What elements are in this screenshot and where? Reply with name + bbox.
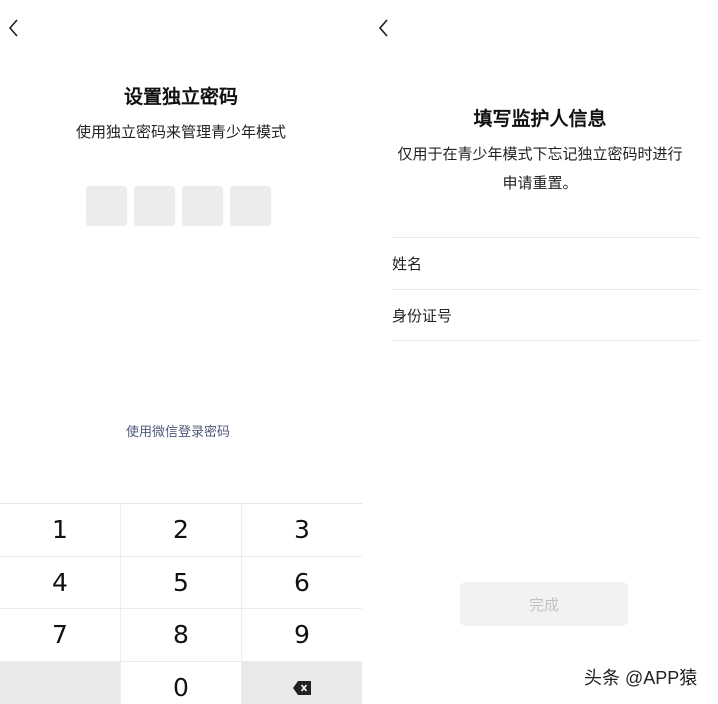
- wechat-password-link[interactable]: 使用微信登录密码: [0, 421, 356, 440]
- name-field[interactable]: 姓名: [392, 237, 700, 289]
- description-line-1: 仅用于在青少年模式下忘记独立密码时进行: [397, 145, 683, 163]
- key-0[interactable]: 0: [121, 661, 242, 704]
- pin-digit-4[interactable]: [230, 186, 271, 226]
- page-subtitle: 使用独立密码来管理青少年模式: [75, 123, 286, 141]
- key-9[interactable]: 9: [242, 609, 362, 661]
- id-number-label: 身份证号: [392, 306, 453, 325]
- done-button[interactable]: 完成: [460, 582, 628, 626]
- pin-input[interactable]: [86, 186, 271, 226]
- page-title: 设置独立密码: [123, 86, 238, 108]
- key-4[interactable]: 4: [0, 556, 121, 608]
- watermark: 头条 @APP猿: [584, 668, 698, 688]
- key-3[interactable]: 3: [242, 504, 362, 556]
- back-button[interactable]: [370, 14, 398, 42]
- key-empty: [0, 661, 121, 704]
- pin-digit-2[interactable]: [134, 186, 175, 226]
- backspace-icon: [293, 680, 311, 695]
- number-keypad: 1 2 3 4 5 6 7 8 9 0: [0, 503, 362, 704]
- back-button[interactable]: [0, 14, 28, 42]
- pin-digit-1[interactable]: [86, 186, 127, 226]
- chevron-left-icon: [378, 19, 388, 37]
- key-2[interactable]: 2: [121, 504, 242, 556]
- page-title: 填写监护人信息: [473, 108, 607, 130]
- key-1[interactable]: 1: [0, 504, 121, 556]
- delete-key[interactable]: [242, 661, 362, 704]
- key-6[interactable]: 6: [242, 557, 362, 609]
- key-8[interactable]: 8: [121, 609, 242, 661]
- description-line-2: 申请重置。: [502, 174, 578, 192]
- id-number-field[interactable]: 身份证号: [392, 289, 700, 341]
- pin-digit-3[interactable]: [182, 186, 223, 226]
- key-7[interactable]: 7: [0, 609, 121, 661]
- name-label: 姓名: [392, 255, 423, 273]
- set-password-screen: 设置独立密码 使用独立密码来管理青少年模式 使用微信登录密码 1 2 3 4 5…: [0, 0, 362, 704]
- key-5[interactable]: 5: [121, 556, 242, 608]
- chevron-left-icon: [8, 19, 18, 37]
- guardian-info-screen: 填写监护人信息 仅用于在青少年模式下忘记独立密码时进行 申请重置。 姓名 身份证…: [362, 0, 718, 704]
